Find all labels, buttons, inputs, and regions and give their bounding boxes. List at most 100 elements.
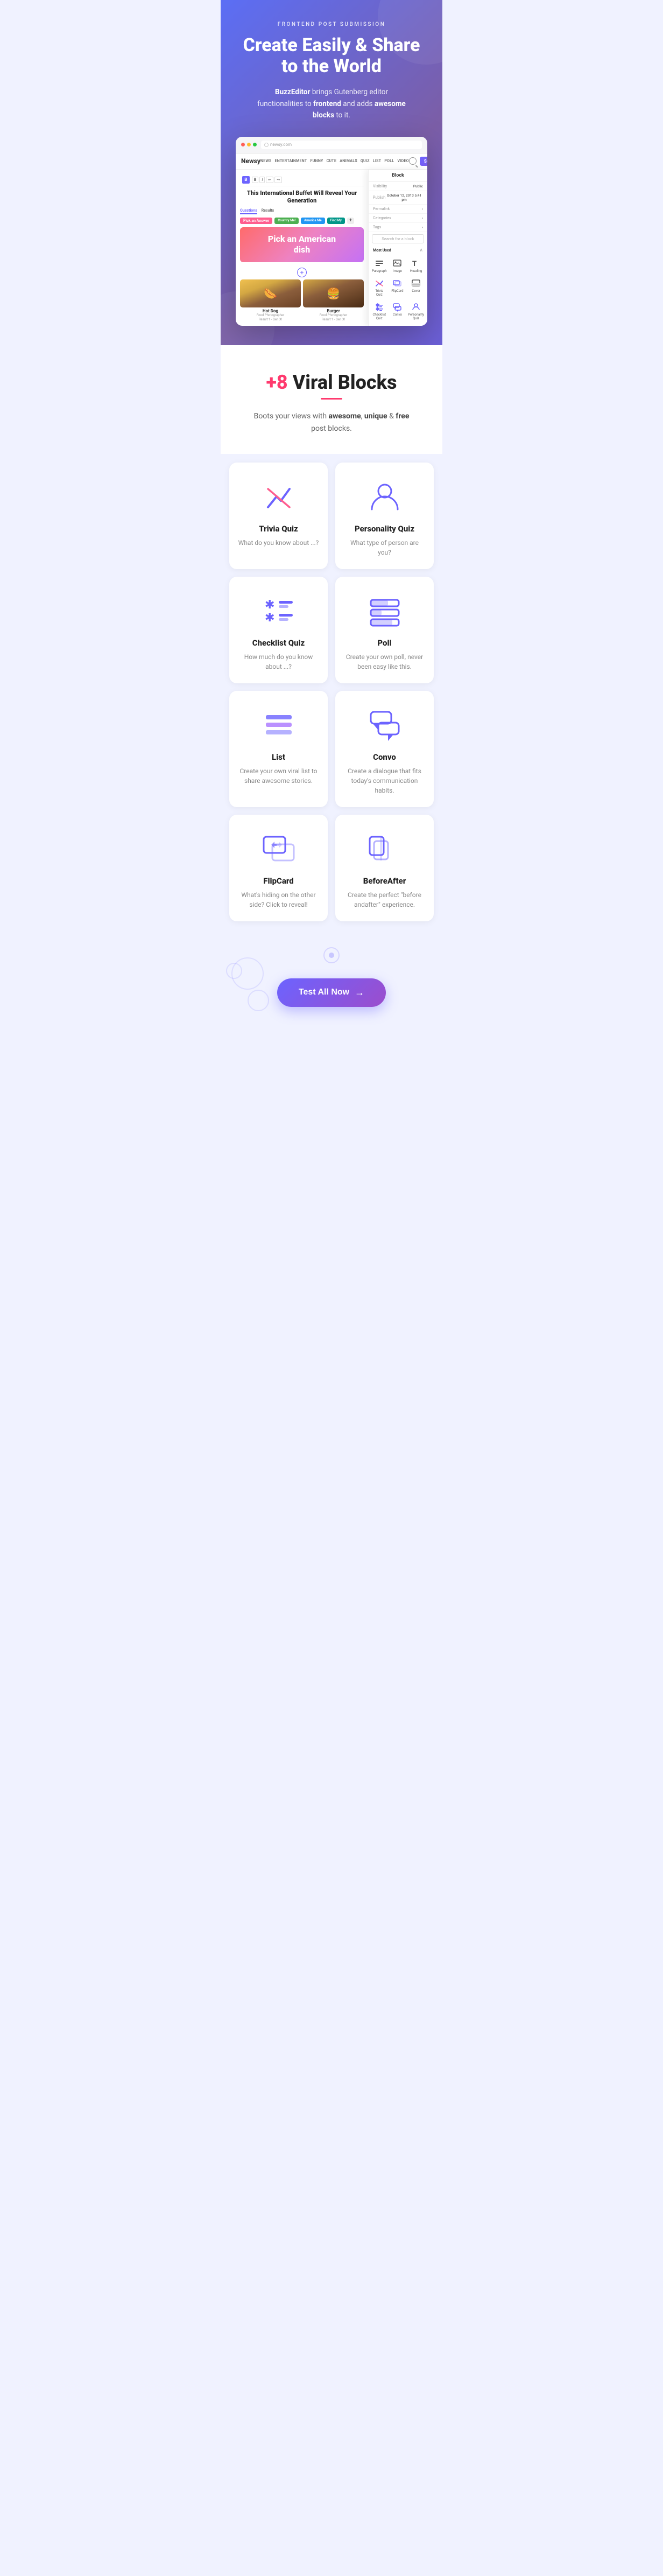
block-heading[interactable]: T Heading [407,256,425,275]
hero-desc-text2: and adds [341,100,375,108]
panel-publish-row: Publish October 12, 2013 5:41 pm [369,191,427,205]
questions-tab[interactable]: Questions [240,208,257,214]
flipcard-feature-icon [260,830,298,867]
cta-inner-circle [329,953,334,958]
trivia-quiz-title: Trivia Quiz [238,524,319,534]
food-item-hotdog: 🌭 Hot Dog Food Photographer Result 1 - G… [240,279,301,321]
quiz-answer-tabs: Pick an Answer Country Me! America Me Fi… [240,218,364,224]
panel-header: Block [369,170,427,182]
poll-feature-icon [366,592,404,629]
submit-review-button[interactable]: Submit for Review [420,157,427,166]
panel-publish-value: October 12, 2013 5:41 pm [385,193,423,202]
quiz-tab-add[interactable]: + [347,218,355,224]
block-cover[interactable]: Cover [407,276,425,299]
editor-sidebar-panel: Block Visibility Public Publish October … [368,170,427,326]
flipcard-desc: What's hiding on the other side? Click t… [238,890,319,909]
panel-permalink-chevron: › [422,207,423,211]
personality-quiz-icon [411,302,421,312]
browser-mockup: newsy.com Newsy NEWS ENTERTAINMENT FUNNY… [236,137,427,326]
collapse-icon[interactable]: ∧ [419,248,423,253]
browser-dots [241,143,257,146]
trivia-quiz-desc: What do you know about ...? [238,538,319,548]
burger-credit: Food Photographer [303,313,364,317]
panel-categories-row: Categories › [369,214,427,223]
viral-unique: unique [364,412,387,421]
cta-arrow-icon: → [355,987,364,998]
block-image[interactable]: Image [389,256,406,275]
feature-card-trivia-quiz: Trivia Quiz What do you know about ...? [229,463,328,569]
search-icon[interactable] [409,157,417,165]
personality-quiz-feature-icon [366,478,404,515]
viral-awesome: awesome [329,412,361,421]
heading-icon: T [411,258,421,268]
feature-card-flipcard: FlipCard What's hiding on the other side… [229,815,328,921]
personality-quiz-title: Personality Quiz [344,524,425,534]
results-tab[interactable]: Results [262,208,274,214]
panel-visibility-value: Public [413,184,423,188]
panel-categories-label: Categories [373,216,391,220]
trivia-quiz-feature-icon [260,478,298,515]
nav-brand: Newsy [241,157,260,165]
feature-card-list: List Create your own viral list to share… [229,691,328,807]
feature-card-checklist-quiz: ✱ ✱ Checklist Quiz How much do you know … [229,577,328,683]
svg-text:✱: ✱ [265,611,274,625]
beforeafter-title: BeforeAfter [344,876,425,886]
post-title: This International Buffet Will Reveal Yo… [240,190,364,205]
food-grid: 🌭 Hot Dog Food Photographer Result 1 - G… [240,279,364,321]
poll-title: Poll [344,638,425,648]
editor-toolbar: B B I ↩ ↪ [240,174,364,186]
block-search-input[interactable]: Search for a block [372,234,424,243]
checklist-quiz-desc: How much do you know about ...? [238,652,319,671]
quiz-banner: Pick an American dish [240,227,364,263]
quiz-tab-4[interactable]: Find My [327,218,345,224]
hotdog-name: Hot Dog [240,309,301,313]
burger-image: 🍔 [303,279,364,307]
quiz-tab-2[interactable]: Country Me! [274,218,299,224]
hero-description: BuzzEditor brings Gutenberg editor funct… [256,87,407,122]
block-convo[interactable]: Convo [389,300,406,323]
editor-content-area: B B I ↩ ↪ This International Buffet Will… [236,170,427,326]
add-block-button[interactable]: + [297,268,307,277]
image-icon [392,258,402,268]
feature-card-personality-quiz: Personality Quiz What type of person are… [335,463,434,569]
checklist-quiz-icon: ✱ ✱ [375,302,384,312]
browser-url: newsy.com [261,141,422,149]
undo-button[interactable]: ↩ [266,177,273,183]
blocks-grid: Paragraph Image T Heading [369,255,427,324]
block-flipcard[interactable]: FlipCard [389,276,406,299]
nav-links: NEWS ENTERTAINMENT FUNNY CUTE ANIMALS QU… [260,159,409,163]
viral-description: Boots your views with awesome, unique & … [251,410,412,435]
trivia-quiz-icon [375,278,384,288]
panel-visibility-row: Visibility Public [369,182,427,191]
svg-text:T: T [412,260,417,268]
panel-publish-label: Publish [373,195,385,200]
quiz-tab-3[interactable]: America Me [301,218,325,224]
hotdog-emoji: 🌭 [264,287,277,300]
bold-button[interactable]: B [252,177,258,183]
redo-button[interactable]: ↪ [274,177,282,183]
hero-title: Create Easily & Share to the World [234,35,429,77]
panel-permalink-row: Permalink › [369,205,427,214]
italic-button[interactable]: I [259,177,265,183]
block-trivia-quiz[interactable]: Trivia Quiz [371,276,388,299]
flipcard-title: FlipCard [238,876,319,886]
decorative-circle-2 [248,990,269,1011]
cover-icon [411,278,421,288]
hotdog-image: 🌭 [240,279,301,307]
dot-yellow [247,143,251,146]
cta-section: Test All Now → [221,930,442,1033]
viral-underline [321,398,342,400]
feature-card-beforeafter: BeforeAfter Create the perfect "before a… [335,815,434,921]
quiz-tab-1[interactable]: Pick an Answer [240,218,272,224]
block-paragraph[interactable]: Paragraph [371,256,388,275]
banner-line2: dish [246,244,357,256]
viral-heading-text: Viral Blocks [293,371,397,394]
block-checklist-quiz[interactable]: ✱ ✱ Checklist Quiz [371,300,388,323]
editor-logo-icon: B [242,176,250,184]
decorative-circle-3 [226,963,242,979]
convo-icon [392,302,402,312]
block-personality-quiz[interactable]: Personality Quiz [407,300,425,323]
panel-tags-row: Tags › [369,223,427,232]
flipcard-icon [392,278,402,288]
test-all-now-button[interactable]: Test All Now → [277,978,386,1007]
